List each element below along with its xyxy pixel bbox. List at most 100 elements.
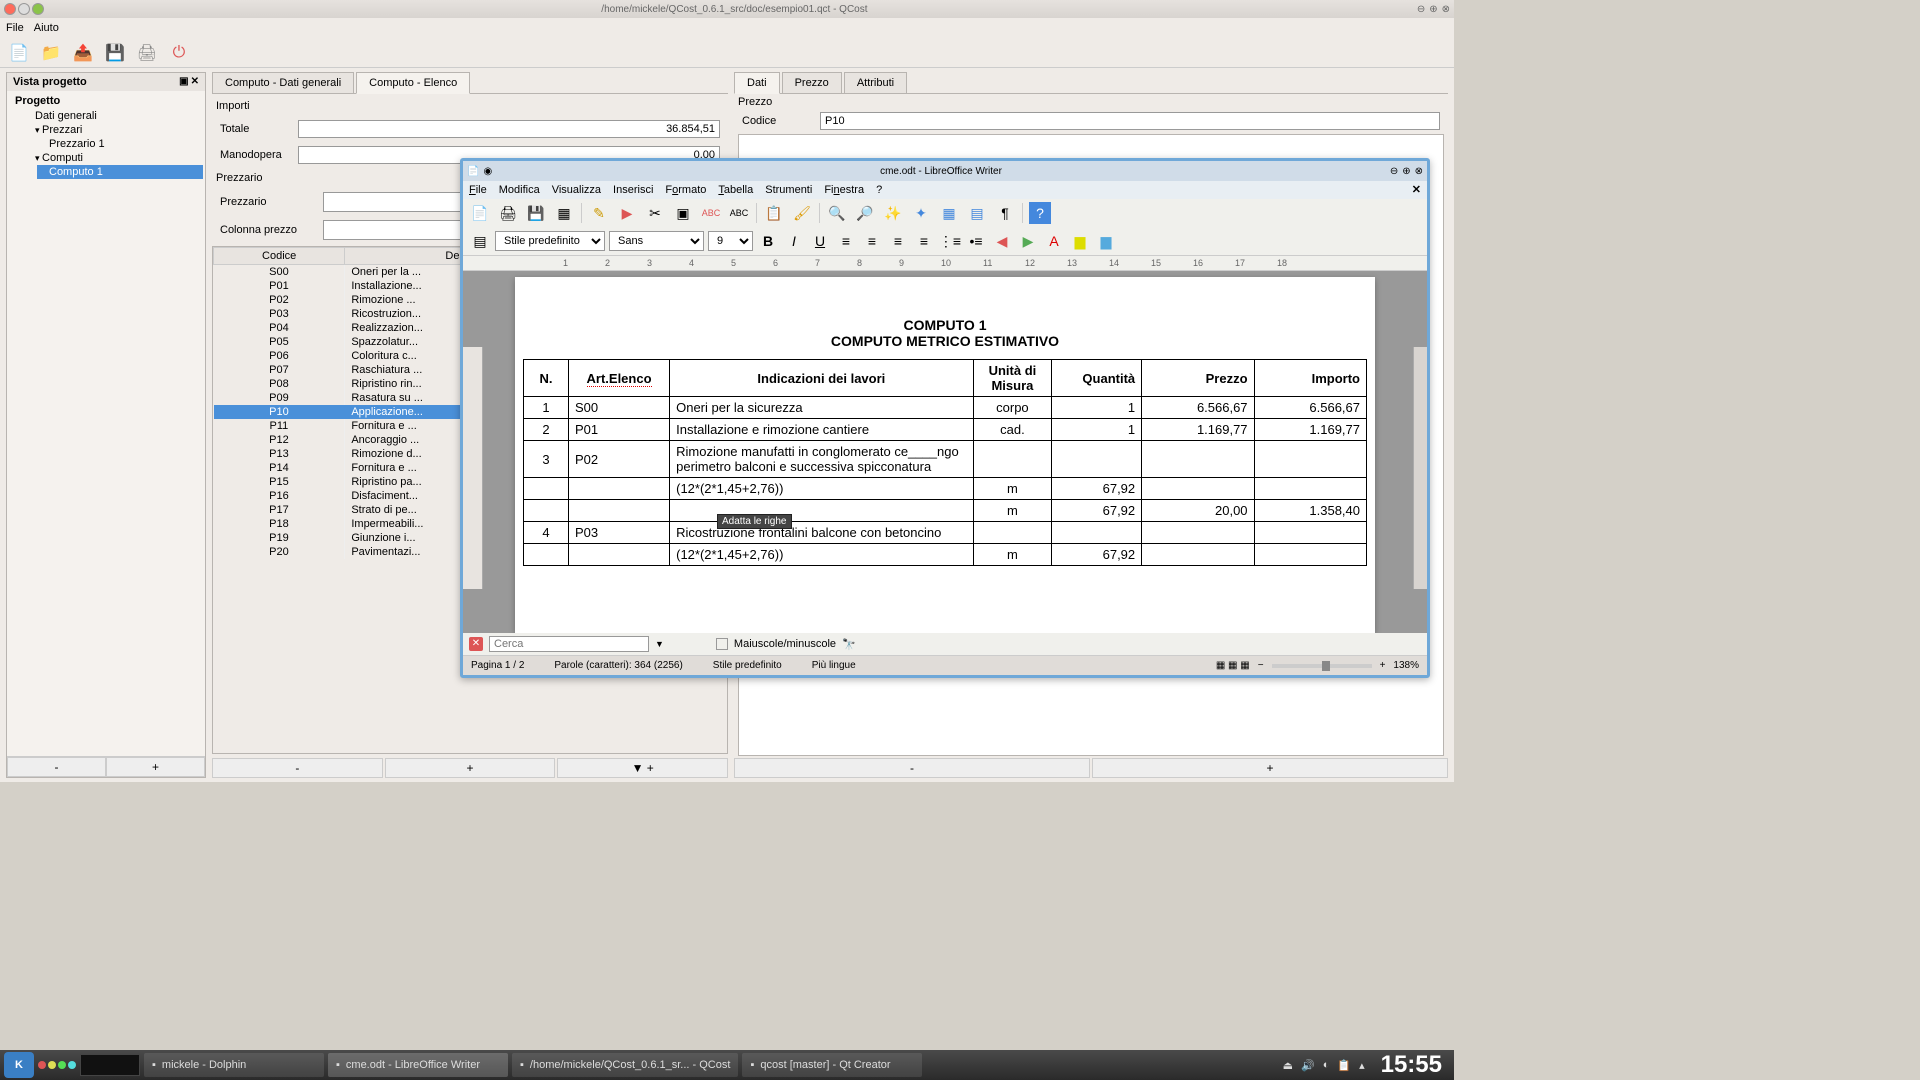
zoom-slider[interactable] <box>1272 664 1372 668</box>
lo-max-icon[interactable]: ⊕ <box>1402 166 1410 177</box>
save-icon[interactable]: 💾 <box>525 202 547 224</box>
save-icon[interactable]: 💾 <box>104 42 126 64</box>
nav-icon[interactable]: ✨ <box>882 202 904 224</box>
tray-usb-icon[interactable]: ⏏ <box>1283 1059 1293 1072</box>
lo-page[interactable]: COMPUTO 1 COMPUTO METRICO ESTIMATIVO N. … <box>515 277 1375 633</box>
doc-table[interactable]: N. Art.Elenco Indicazioni dei lavori Uni… <box>523 359 1367 566</box>
new-doc-icon[interactable]: 📄 <box>469 202 491 224</box>
lo-menu-visualizza[interactable]: Visualizza <box>552 184 601 196</box>
align-left-icon[interactable]: ≡ <box>835 230 857 252</box>
tree-item-computi[interactable]: Computi <box>23 151 203 165</box>
doc-row[interactable]: (12*(2*1,45+2,76))m67,92 <box>524 544 1367 566</box>
clock[interactable]: 15:55 <box>1373 1051 1450 1079</box>
size-select[interactable]: 9 <box>708 231 753 251</box>
lo-scrollbar[interactable] <box>1413 347 1427 589</box>
detail-add-button[interactable]: + <box>1092 758 1448 778</box>
minimize-icon[interactable] <box>18 3 30 15</box>
doc-row[interactable]: (12*(2*1,45+2,76))m67,92 <box>524 478 1367 500</box>
lo-close-icon[interactable]: ⊗ <box>1415 166 1423 177</box>
status-lang[interactable]: Più lingue <box>812 660 856 671</box>
tray-clip-icon[interactable]: 📋 <box>1337 1059 1351 1072</box>
lo-menu-formato[interactable]: Formato <box>665 184 706 196</box>
align-just-icon[interactable]: ≡ <box>913 230 935 252</box>
edit-icon[interactable]: ✎ <box>588 202 610 224</box>
pilcrow-icon[interactable]: ¶ <box>994 202 1016 224</box>
status-style[interactable]: Stile predefinito <box>713 660 782 671</box>
lo-vruler[interactable] <box>463 347 483 589</box>
menu-aiuto[interactable]: Aiuto <box>34 22 59 34</box>
task-item[interactable]: ▪mickele - Dolphin <box>144 1053 324 1077</box>
doc-row[interactable]: 2P01Installazione e rimozione cantiereca… <box>524 419 1367 441</box>
lo-ruler[interactable]: 123456789101112131415161718 <box>463 255 1427 271</box>
underline-icon[interactable]: U <box>809 230 831 252</box>
tab-dati[interactable]: Dati <box>734 72 780 94</box>
styles-icon[interactable]: ▤ <box>469 230 491 252</box>
doc-row[interactable]: 1S00Oneri per la sicurezzacorpo16.566,67… <box>524 397 1367 419</box>
find-icon[interactable]: 🔍 <box>826 202 848 224</box>
grid-icon[interactable]: ▤ <box>966 202 988 224</box>
doc-row[interactable]: 4P03Ricostruzione frontalini balcone con… <box>524 522 1367 544</box>
tab-prezzo[interactable]: Prezzo <box>782 72 842 93</box>
italic-icon[interactable]: I <box>783 230 805 252</box>
binoc-icon[interactable]: 🔭 <box>842 638 856 651</box>
price-remove-button[interactable]: - <box>212 758 383 778</box>
close-panel-icon[interactable]: ✕ <box>191 76 199 88</box>
help-icon[interactable]: ? <box>1029 202 1051 224</box>
tab-dati-generali[interactable]: Computo - Dati generali <box>212 72 354 93</box>
tray-vol-icon[interactable]: 🔊 <box>1301 1059 1315 1072</box>
highlight-icon[interactable]: ▆ <box>1069 230 1091 252</box>
tab-attributi[interactable]: Attributi <box>844 72 907 93</box>
zoom-out-icon[interactable]: − <box>1258 660 1264 671</box>
close-icon[interactable] <box>4 3 16 15</box>
desktop-pager[interactable] <box>80 1054 140 1076</box>
lo-menu-modifica[interactable]: Modifica <box>499 184 540 196</box>
open-folder-icon[interactable]: 📁 <box>40 42 62 64</box>
view-mode-icon[interactable]: ▦ ▦ ▦ <box>1216 660 1250 671</box>
min-icon[interactable]: ⊖ <box>1417 4 1425 15</box>
start-button[interactable]: K <box>4 1052 34 1078</box>
align-right-icon[interactable]: ≡ <box>887 230 909 252</box>
status-page[interactable]: Pagina 1 / 2 <box>471 660 524 671</box>
codice-input[interactable] <box>820 112 1440 130</box>
copy-icon[interactable]: ▣ <box>672 202 694 224</box>
task-item[interactable]: ▪cme.odt - LibreOffice Writer <box>328 1053 508 1077</box>
maximize-icon[interactable] <box>32 3 44 15</box>
exit-icon[interactable]: ⏻ <box>168 42 190 64</box>
cut-icon[interactable]: ✂ <box>644 202 666 224</box>
brush-icon[interactable]: 🖌 <box>791 202 813 224</box>
lo-menu-finestra[interactable]: Finestra <box>824 184 864 196</box>
task-item[interactable]: ▪/home/mickele/QCost_0.6.1_sr... - QCost <box>512 1053 738 1077</box>
doc-row[interactable]: m67,9220,001.358,40 <box>524 500 1367 522</box>
lo-menu-strumenti[interactable]: Strumenti <box>765 184 812 196</box>
repl-icon[interactable]: 🔎 <box>854 202 876 224</box>
tree-remove-button[interactable]: - <box>7 757 106 777</box>
export-icon[interactable]: 📤 <box>72 42 94 64</box>
zoom-pct[interactable]: 138% <box>1393 660 1419 671</box>
close2-icon[interactable]: ⊗ <box>1442 4 1450 15</box>
close-find-icon[interactable]: ✕ <box>469 637 483 651</box>
fontcolor-icon[interactable]: A <box>1043 230 1065 252</box>
open-icon[interactable]: 🖨 <box>497 202 519 224</box>
autospell-icon[interactable]: ABC <box>728 202 750 224</box>
doc-row[interactable]: 3P02Rimozione manufatti in conglomerato … <box>524 441 1367 478</box>
th-codice[interactable]: Codice <box>214 248 345 265</box>
status-words[interactable]: Parole (caratteri): 364 (2256) <box>554 660 682 671</box>
outdent-icon[interactable]: ◀ <box>991 230 1013 252</box>
price-add-button[interactable]: + <box>385 758 556 778</box>
price-add-down-button[interactable]: ▼ + <box>557 758 728 778</box>
tree-item-dati[interactable]: Dati generali <box>23 109 203 123</box>
paste-icon[interactable]: 📋 <box>763 202 785 224</box>
lo-min-icon[interactable]: ⊖ <box>1390 166 1398 177</box>
save2-icon[interactable]: ▦ <box>553 202 575 224</box>
list-num-icon[interactable]: ⋮≡ <box>939 230 961 252</box>
table-icon[interactable]: ▦ <box>938 202 960 224</box>
print-icon[interactable]: 🖨 <box>136 42 158 64</box>
font-select[interactable]: Sans <box>609 231 704 251</box>
link-icon[interactable]: ✦ <box>910 202 932 224</box>
lo-menu-aiuto[interactable]: ? <box>876 184 882 196</box>
tree-item-prezzario1[interactable]: Prezzario 1 <box>37 137 203 151</box>
max-icon[interactable]: ⊕ <box>1429 4 1437 15</box>
tray-chevron-icon[interactable]: ▴ <box>1359 1059 1365 1072</box>
tree-add-button[interactable]: + <box>106 757 205 777</box>
detail-remove-button[interactable]: - <box>734 758 1090 778</box>
